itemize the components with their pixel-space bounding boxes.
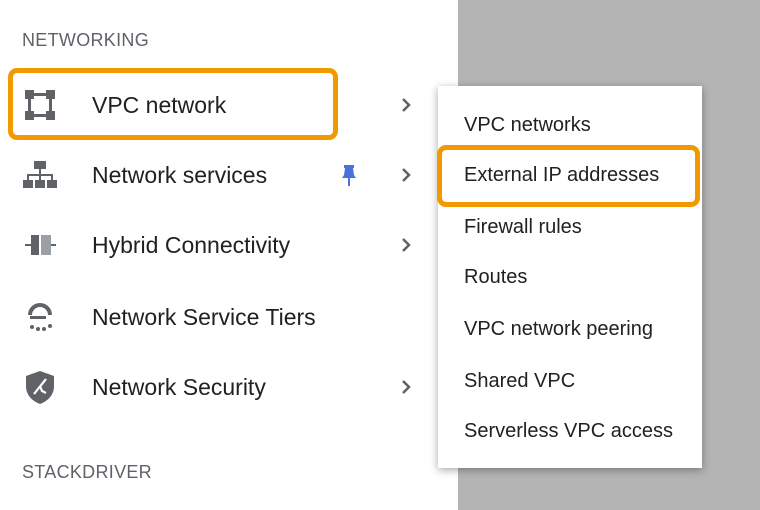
nav-item-network-security[interactable]: Network Security [0, 352, 440, 422]
vpc-network-icon [25, 90, 55, 120]
chevron-right-icon [402, 380, 411, 394]
navigation-panel: NETWORKING VPC network Network services … [0, 0, 458, 510]
network-service-tiers-icon [28, 303, 52, 331]
nav-item-label: Network Security [92, 374, 266, 400]
submenu-item-external-ip-addresses[interactable]: External IP addresses [438, 150, 702, 200]
submenu-item-serverless-vpc-access[interactable]: Serverless VPC access [438, 406, 702, 456]
networking-section-heading: NETWORKING [22, 30, 149, 50]
stackdriver-section-heading: STACKDRIVER [22, 462, 152, 482]
nav-item-label: Network Service Tiers [92, 304, 316, 330]
submenu-item-routes[interactable]: Routes [438, 252, 702, 302]
submenu-item-firewall-rules[interactable]: Firewall rules [438, 202, 702, 252]
submenu-item-shared-vpc[interactable]: Shared VPC [438, 356, 702, 406]
nav-item-label: Hybrid Connectivity [92, 232, 291, 258]
nav-item-hybrid-connectivity[interactable]: Hybrid Connectivity [0, 210, 440, 280]
nav-item-label: VPC network [92, 92, 227, 118]
chevron-right-icon [402, 168, 411, 182]
network-services-icon [23, 161, 57, 188]
nav-item-network-services[interactable]: Network services [0, 140, 440, 210]
nav-item-vpc-network[interactable]: VPC network [0, 70, 440, 140]
submenu-item-vpc-networks[interactable]: VPC networks [438, 100, 702, 150]
network-security-icon [26, 371, 54, 404]
submenu-item-vpc-network-peering[interactable]: VPC network peering [438, 304, 702, 354]
hybrid-connectivity-icon [25, 235, 56, 255]
nav-item-label: Network services [92, 162, 268, 188]
nav-item-network-service-tiers[interactable]: Network Service Tiers [0, 282, 440, 352]
chevron-right-icon [402, 98, 411, 112]
vpc-network-submenu: VPC networks External IP addresses Firew… [438, 86, 702, 468]
chevron-right-icon [402, 238, 411, 252]
pin-icon[interactable] [338, 163, 360, 187]
